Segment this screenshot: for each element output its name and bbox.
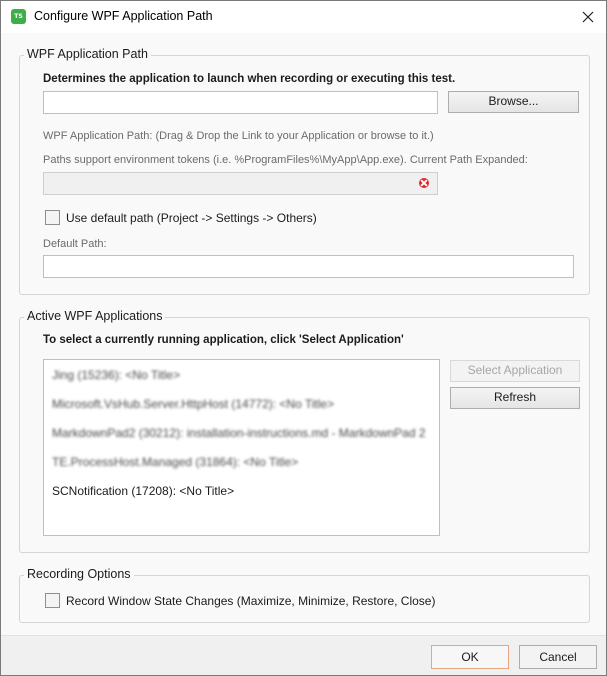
- recording-options-group-title: Recording Options: [24, 567, 134, 581]
- list-item[interactable]: Jing (15236): <No Title>: [52, 368, 180, 382]
- list-item[interactable]: Microsoft.VsHub.Server.HttpHost (14772):…: [52, 397, 334, 411]
- expanded-path-field: [43, 172, 438, 195]
- app-path-input[interactable]: [43, 91, 438, 114]
- refresh-button[interactable]: Refresh: [450, 387, 580, 409]
- close-button[interactable]: [578, 7, 598, 27]
- recording-options-group: Recording Options Record Window State Ch…: [19, 567, 590, 623]
- running-apps-list[interactable]: Jing (15236): <No Title> Microsoft.VsHub…: [43, 359, 440, 536]
- use-default-path-checkbox[interactable]: [45, 210, 60, 225]
- active-apps-instruction: To select a currently running applicatio…: [43, 334, 404, 346]
- window-title: Configure WPF Application Path: [34, 9, 213, 23]
- error-icon: [419, 178, 429, 188]
- configure-wpf-dialog: TS Configure WPF Application Path WPF Ap…: [0, 0, 607, 676]
- list-item[interactable]: SCNotification (17208): <No Title>: [52, 484, 234, 498]
- ok-button[interactable]: OK: [431, 645, 509, 669]
- title-bar: TS Configure WPF Application Path: [1, 1, 606, 33]
- list-item[interactable]: MarkdownPad2 (30212): installation-instr…: [52, 426, 426, 440]
- app-logo-icon: TS: [11, 9, 26, 24]
- env-tokens-hint: Paths support environment tokens (i.e. %…: [43, 154, 528, 166]
- app-path-description: Determines the application to launch whe…: [43, 73, 456, 85]
- active-apps-group: Active WPF Applications To select a curr…: [19, 309, 590, 553]
- drag-drop-hint: WPF Application Path: (Drag & Drop the L…: [43, 130, 434, 142]
- app-path-group: WPF Application Path Determines the appl…: [19, 47, 590, 295]
- browse-button[interactable]: Browse...: [448, 91, 579, 113]
- cancel-button[interactable]: Cancel: [519, 645, 597, 669]
- record-window-state-checkbox[interactable]: [45, 593, 60, 608]
- default-path-input[interactable]: [43, 255, 574, 278]
- default-path-label: Default Path:: [43, 238, 107, 250]
- active-apps-group-title: Active WPF Applications: [24, 309, 166, 323]
- dialog-footer: OK Cancel: [1, 635, 606, 675]
- select-application-button[interactable]: Select Application: [450, 360, 580, 382]
- close-icon: [582, 11, 594, 23]
- app-path-group-title: WPF Application Path: [24, 47, 151, 61]
- use-default-path-label[interactable]: Use default path (Project -> Settings ->…: [66, 211, 317, 225]
- record-window-state-label[interactable]: Record Window State Changes (Maximize, M…: [66, 594, 435, 608]
- list-item[interactable]: TE.ProcessHost.Managed (31864): <No Titl…: [52, 455, 298, 469]
